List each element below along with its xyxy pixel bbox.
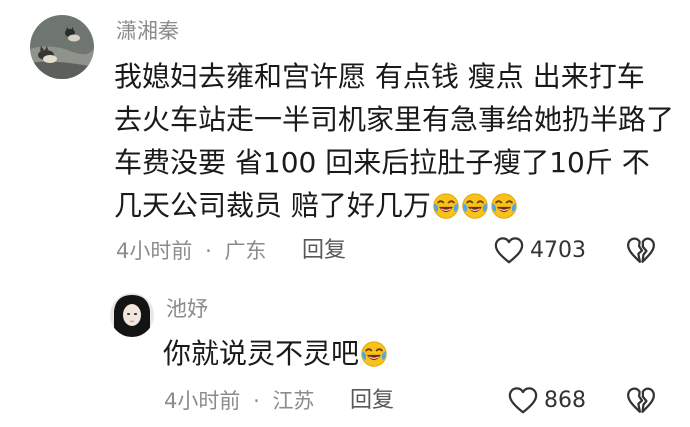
comment-text-line: 你就说灵不灵吧 — [163, 337, 360, 370]
broken-heart-icon[interactable] — [626, 236, 656, 266]
comment-text-line: 我媳妇去雍和宫许愿 有点钱 瘦点 出来打车 — [114, 60, 645, 93]
comment-text: 我媳妇去雍和宫许愿 有点钱 瘦点 出来打车 去火车站走一半司机家里有急事给她扔半… — [114, 55, 674, 227]
laughing-crying-emoji-icon — [461, 192, 489, 220]
avatar[interactable] — [30, 15, 94, 79]
meta-separator: · — [205, 238, 212, 263]
comment-location: 广东 — [224, 238, 267, 263]
comment-meta: 4小时前 · 江苏 — [164, 390, 314, 412]
username[interactable]: 池妤 — [166, 299, 208, 320]
comment-text-line: 车费没要 省100 回来后拉肚子瘦了10斤 不 — [114, 146, 650, 179]
comment-item: 潇湘秦 我媳妇去雍和宫许愿 有点钱 瘦点 出来打车 去火车站走一半司机家里有急事… — [0, 0, 690, 280]
comment-text-line: 几天公司裁员 赔了好几万 — [114, 189, 431, 222]
comment-time: 4小时前 — [116, 238, 193, 263]
comment-text-line-last: 你就说灵不灵吧 — [163, 332, 388, 375]
like-button[interactable]: 868 — [508, 386, 586, 416]
heart-outline-icon — [508, 386, 538, 416]
comment-time: 4小时前 — [164, 388, 241, 413]
broken-heart-icon[interactable] — [626, 386, 656, 416]
heart-outline-icon — [494, 236, 524, 266]
like-count: 4703 — [530, 238, 586, 263]
like-count: 868 — [544, 388, 586, 413]
comment-item: 池妤 你就说灵不灵吧 4小时前 · 江苏 回复 868 — [0, 280, 690, 427]
like-button[interactable]: 4703 — [494, 236, 586, 266]
comment-text-line: 去火车站走一半司机家里有急事给她扔半路了 — [114, 103, 675, 136]
meta-separator: · — [253, 388, 260, 413]
avatar[interactable] — [110, 293, 154, 337]
username[interactable]: 潇湘秦 — [116, 21, 179, 42]
reply-button[interactable]: 回复 — [302, 240, 346, 262]
comment-text-line-last: 几天公司裁员 赔了好几万 — [114, 184, 674, 227]
laughing-crying-emoji-icon — [360, 340, 388, 368]
comment-text: 你就说灵不灵吧 — [163, 332, 388, 375]
reply-button[interactable]: 回复 — [350, 390, 394, 412]
laughing-crying-emoji-icon — [432, 192, 460, 220]
laughing-crying-emoji-icon — [490, 192, 518, 220]
comment-meta: 4小时前 · 广东 — [116, 240, 266, 262]
comment-location: 江苏 — [272, 388, 315, 413]
